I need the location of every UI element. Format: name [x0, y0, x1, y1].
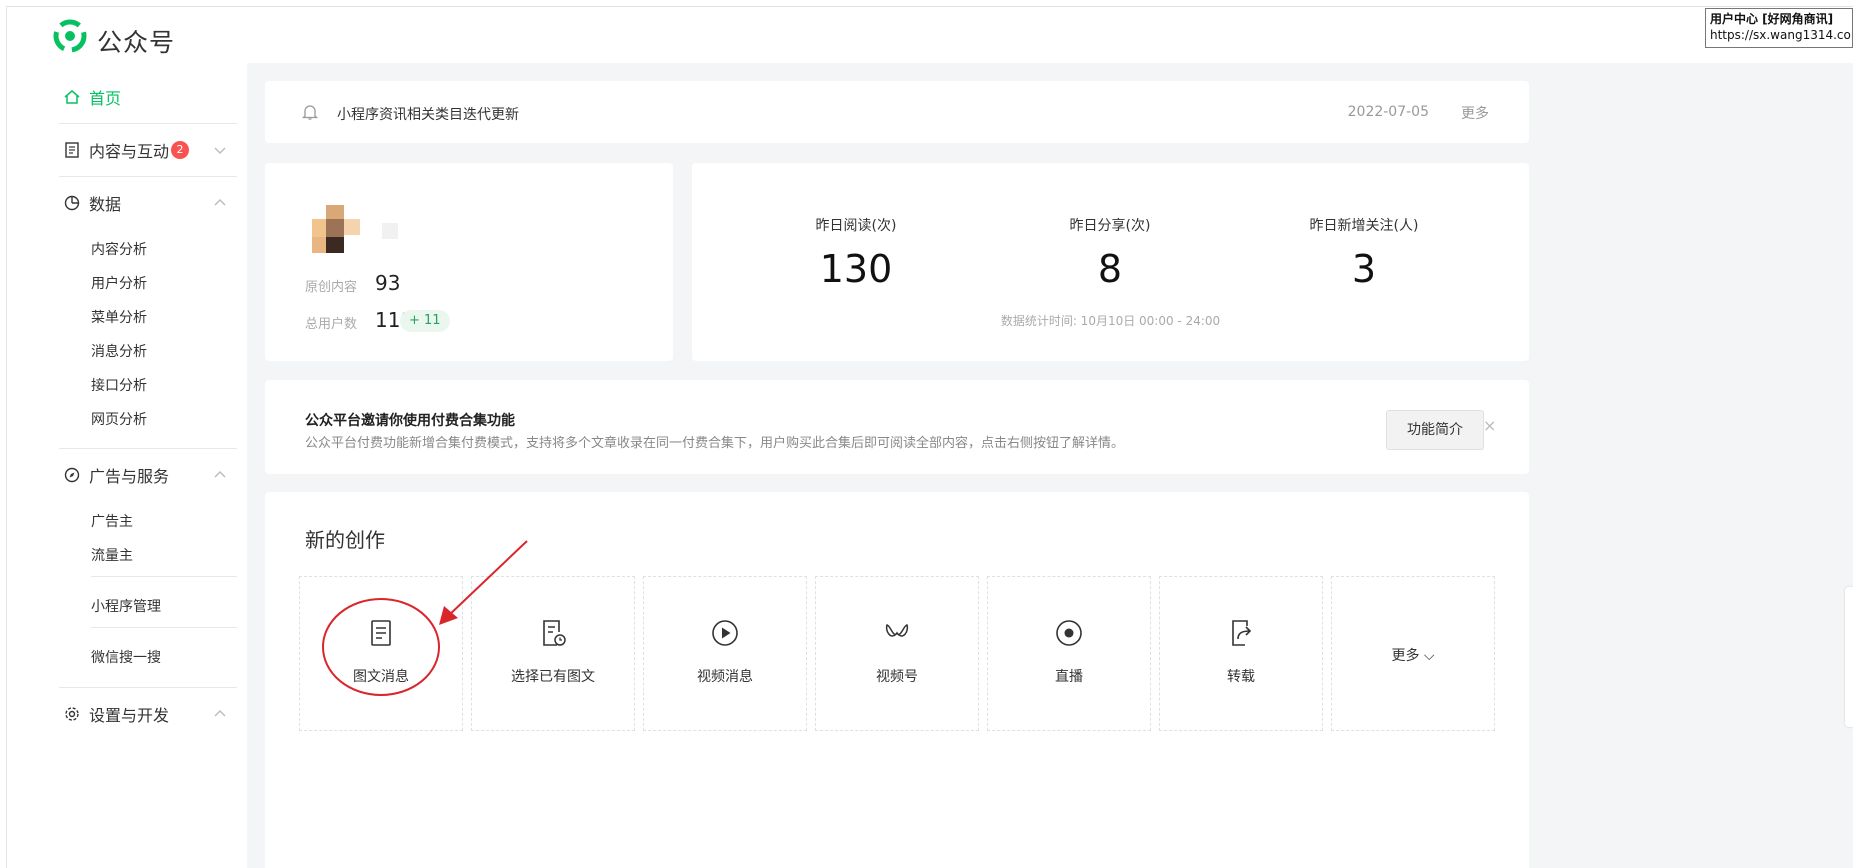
- document-icon: [65, 142, 79, 158]
- sidebar-item-label: 广告与服务: [89, 467, 170, 486]
- sidebar-subitem-wechat-search[interactable]: 微信搜一搜: [91, 647, 161, 667]
- feature-intro-button[interactable]: 功能简介: [1386, 410, 1484, 450]
- create-tile-more[interactable]: 更多 ⌵: [1331, 576, 1495, 731]
- divider: [91, 627, 237, 628]
- metric-new-followers: 昨日新增关注(人) 3: [1214, 215, 1514, 291]
- sidebar-item-data[interactable]: 数据: [63, 189, 121, 217]
- app-window: 公众号 用户中心 [好网角商讯] https://sx.wang1314.com…: [6, 6, 1853, 868]
- tile-label: 图文消息: [353, 669, 409, 685]
- sidebar-item-label: 数据: [89, 195, 122, 214]
- account-avatar[interactable]: [312, 205, 366, 259]
- sidebar-subitem-menu-analysis[interactable]: 菜单分析: [91, 307, 147, 327]
- sidebar-item-settings[interactable]: 设置与开发: [63, 700, 169, 728]
- brand-name[interactable]: 公众号: [97, 23, 175, 59]
- notice-text[interactable]: 小程序资讯相关类目迭代更新: [337, 104, 519, 124]
- stats-card: 昨日阅读(次) 130 昨日分享(次) 8 昨日新增关注(人) 3 数据统计时间…: [692, 163, 1529, 361]
- stats-time-range: 数据统计时间: 10月10日 00:00 - 24:00: [1000, 314, 1221, 328]
- create-tile-existing-article[interactable]: 选择已有图文: [471, 576, 635, 731]
- sidebar-item-label: 内容与互动: [89, 142, 170, 161]
- total-users-label: 总用户数: [305, 317, 358, 332]
- sidebar-subitem-publisher[interactable]: 流量主: [91, 545, 133, 565]
- tile-label: 转载: [1227, 669, 1255, 685]
- home-icon: [64, 90, 80, 104]
- user-center-tooltip: 用户中心 [好网角商讯] https://sx.wang1314.com: [1705, 8, 1853, 48]
- divider: [59, 448, 237, 449]
- create-tile-repost[interactable]: 转载: [1159, 576, 1323, 731]
- floating-side-tab[interactable]: [1845, 587, 1853, 727]
- account-card: 原创内容 93 总用户数 119 + 11: [265, 163, 673, 361]
- promo-card: 公众平台邀请你使用付费合集功能 公众平台付费功能新增合集付费模式，支持将多个文章…: [265, 380, 1529, 474]
- wechat-mp-logo-icon[interactable]: [53, 19, 87, 53]
- play-icon: [712, 620, 738, 646]
- sidebar-subitem-content-analysis[interactable]: 内容分析: [91, 239, 147, 259]
- compass-icon: [64, 467, 80, 483]
- sidebar: 首页 内容与互动 2 数据 内容分析 用户分析 菜单分析 消息分析 接口分析 网…: [7, 63, 247, 868]
- section-title: 新的创作: [305, 528, 385, 552]
- tile-label: 选择已有图文: [511, 669, 595, 685]
- create-tile-article[interactable]: 图文消息: [299, 576, 463, 731]
- top-header: 公众号: [7, 7, 1853, 63]
- tile-label: 视频号: [876, 669, 918, 685]
- original-content-value: 93: [375, 271, 401, 295]
- tile-label: 直播: [1055, 669, 1083, 685]
- notification-badge: 2: [171, 141, 190, 159]
- tooltip-url: https://sx.wang1314.com: [1710, 28, 1853, 42]
- sidebar-subitem-advertiser[interactable]: 广告主: [91, 511, 133, 531]
- account-name-blurred: [382, 223, 398, 239]
- existing-article-icon: [543, 620, 566, 646]
- channels-icon: [885, 624, 909, 637]
- chevron-up-icon[interactable]: [213, 196, 227, 210]
- article-icon: [371, 620, 391, 646]
- chevron-up-icon[interactable]: [213, 468, 227, 482]
- live-icon: [1056, 620, 1082, 646]
- sidebar-item-home[interactable]: 首页: [63, 83, 121, 111]
- chevron-up-icon[interactable]: [213, 707, 227, 721]
- divider: [59, 176, 237, 177]
- repost-icon: [1232, 620, 1252, 646]
- create-tile-channels[interactable]: 视频号: [815, 576, 979, 731]
- divider: [59, 123, 237, 124]
- sidebar-subitem-user-analysis[interactable]: 用户分析: [91, 273, 147, 293]
- divider: [59, 687, 237, 688]
- sidebar-item-ads[interactable]: 广告与服务: [63, 461, 169, 489]
- new-creation-card: 新的创作 图文消息 选择已有图文 视频消息 视频号 直播 转载 更多 ⌵: [265, 492, 1529, 868]
- metric-label: 昨日新增关注(人): [1309, 218, 1419, 234]
- sidebar-subitem-miniprogram[interactable]: 小程序管理: [91, 596, 161, 616]
- sidebar-subitem-message-analysis[interactable]: 消息分析: [91, 341, 147, 361]
- tile-label: 视频消息: [697, 669, 753, 685]
- notice-date: 2022-07-05: [1347, 104, 1429, 120]
- promo-title: 公众平台邀请你使用付费合集功能: [305, 413, 515, 429]
- create-tile-video[interactable]: 视频消息: [643, 576, 807, 731]
- pie-chart-icon: [64, 195, 80, 211]
- chevron-down-icon[interactable]: [213, 143, 227, 157]
- sidebar-item-label: 首页: [89, 89, 122, 108]
- more-dropdown-label[interactable]: 更多 ⌵: [1332, 645, 1494, 665]
- original-content-label: 原创内容: [305, 280, 358, 295]
- notice-more-link[interactable]: 更多: [1461, 103, 1489, 123]
- notice-bar[interactable]: 小程序资讯相关类目迭代更新 2022-07-05 更多: [265, 81, 1529, 143]
- close-icon[interactable]: ×: [1483, 416, 1496, 435]
- divider: [91, 576, 237, 577]
- promo-description: 公众平台付费功能新增合集付费模式，支持将多个文章收录在同一付费合集下，用户购买此…: [305, 436, 1125, 451]
- metric-value: 3: [1351, 247, 1377, 291]
- tooltip-title: 用户中心 [好网角商讯]: [1710, 12, 1834, 26]
- bell-icon: [301, 105, 319, 120]
- sidebar-subitem-api-analysis[interactable]: 接口分析: [91, 375, 147, 395]
- sidebar-subitem-web-analysis[interactable]: 网页分析: [91, 409, 147, 429]
- create-tile-live[interactable]: 直播: [987, 576, 1151, 731]
- users-delta-badge: + 11: [400, 310, 450, 332]
- sidebar-item-label: 设置与开发: [89, 706, 170, 725]
- gear-icon: [65, 707, 79, 721]
- sidebar-item-content[interactable]: 内容与互动 2: [63, 136, 190, 164]
